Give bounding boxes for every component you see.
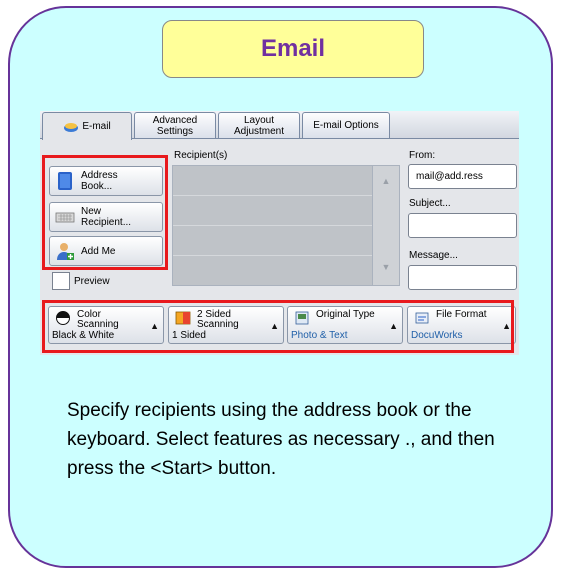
from-value: mail@add.ress [416,171,483,182]
tab-email-label: E-mail [82,121,111,132]
address-book-button[interactable]: Address Book... [49,166,163,196]
address-book-line2: Book... [81,181,113,192]
color-scanning-value: Black & White [52,330,115,341]
from-field[interactable]: mail@add.ress [408,164,517,189]
page-title: Email [260,35,326,62]
chevron-up-icon: ▲ [150,321,159,331]
original-type-icon [294,311,310,325]
recipient-row[interactable] [173,256,399,286]
message-label[interactable]: Message... [409,250,458,261]
tab-email[interactable]: E-mail [42,112,132,140]
file-format-button[interactable]: File Format ▲ DocuWorks [407,306,516,344]
two-sided-scanning-button[interactable]: 2 Sided Scanning ▲ 1 Sided [168,306,284,344]
recipient-list[interactable]: ▲ ▼ [172,165,400,286]
chevron-up-icon: ▲ [389,321,398,331]
subject-field[interactable] [408,213,517,238]
color-scanning-icon [55,311,71,325]
tab-advanced-settings[interactable]: Advanced Settings [134,112,216,138]
title-banner: Email [162,20,424,78]
add-me-icon [55,241,75,261]
tab-advanced-line1: Advanced [152,114,198,126]
keypad-icon [55,207,75,227]
recipient-row[interactable] [173,226,399,256]
address-book-line1: Address [81,170,118,181]
scroll-down-icon[interactable]: ▼ [382,262,391,272]
new-recipient-button[interactable]: New Recipient... [49,202,163,232]
tab-email-options[interactable]: E-mail Options [302,112,390,138]
color-scanning-line2: Scanning [77,319,119,330]
email-tab-icon [63,121,79,133]
chevron-up-icon: ▲ [270,321,279,331]
address-book-icon [55,171,75,191]
two-sided-line2: Scanning [197,319,239,330]
scroll-up-icon[interactable]: ▲ [382,176,391,186]
tab-advanced-line2: Settings [156,125,194,137]
tab-layout-adjustment[interactable]: Layout Adjustment [218,112,300,138]
two-sided-icon [175,311,191,325]
chevron-up-icon: ▲ [502,321,511,331]
file-format-icon [414,311,430,325]
recipients-label: Recipient(s) [174,150,228,161]
recipient-row[interactable] [173,166,399,196]
original-type-button[interactable]: Original Type ▲ Photo & Text [287,306,403,344]
add-me-button[interactable]: Add Me [49,236,163,266]
two-sided-value: 1 Sided [172,330,206,341]
file-format-label: File Format [436,309,487,320]
original-type-label: Original Type [316,309,375,320]
message-field[interactable] [408,265,517,290]
original-type-value: Photo & Text [291,330,348,341]
recipient-row[interactable] [173,196,399,226]
preview-checkbox[interactable] [52,272,70,290]
preview-label: Preview [74,276,110,287]
subject-label[interactable]: Subject... [409,198,451,209]
new-recipient-line1: New [81,206,102,217]
add-me-label: Add Me [81,245,116,257]
color-scanning-button[interactable]: Color Scanning ▲ Black & White [48,306,164,344]
tab-email-options-label: E-mail Options [313,120,379,131]
instruction-text: Specify recipients using the address boo… [67,400,495,479]
recipient-scrollbar[interactable]: ▲ ▼ [372,166,399,285]
tab-layout-line2: Adjustment [233,125,285,137]
file-format-value: DocuWorks [411,330,463,341]
from-label: From: [409,150,436,161]
new-recipient-line2: Recipient... [81,217,132,228]
tab-layout-line1: Layout [243,114,275,126]
